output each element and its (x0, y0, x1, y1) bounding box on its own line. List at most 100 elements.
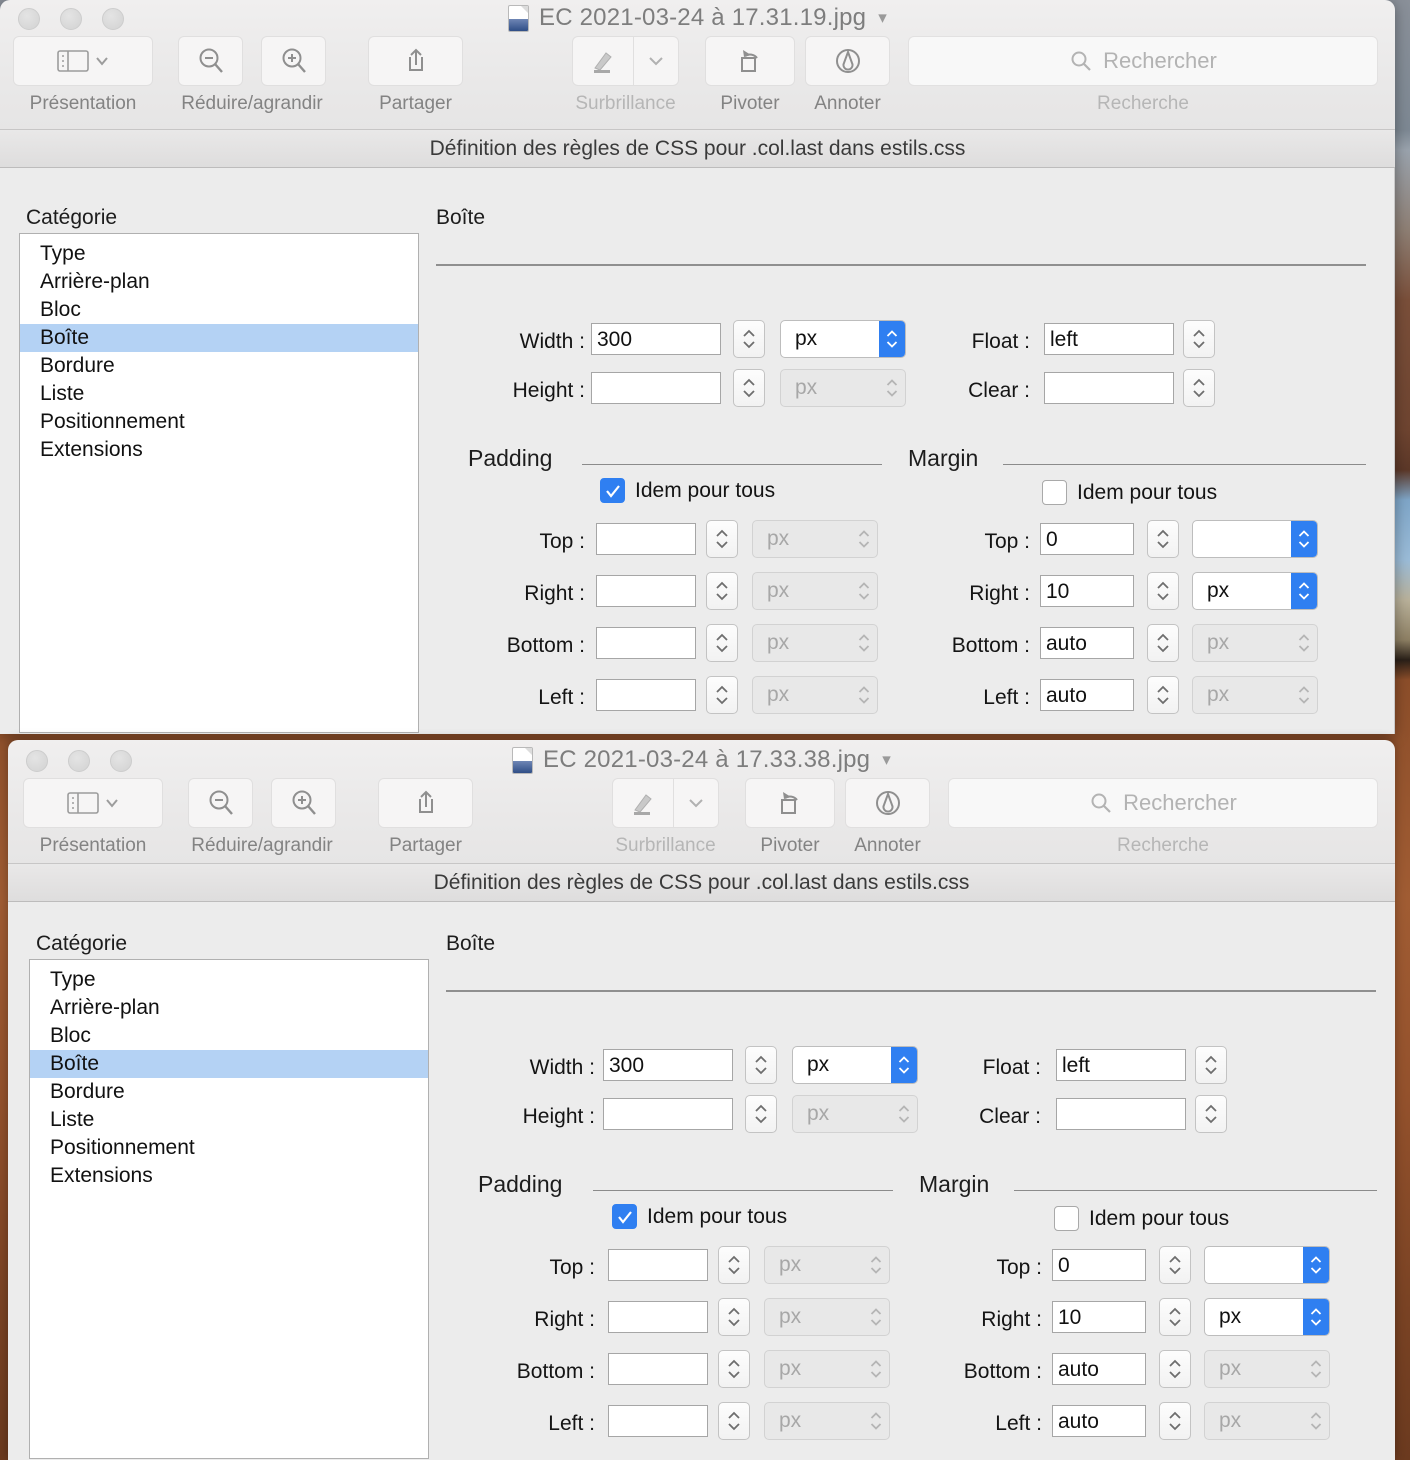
margin-right-unit-arrows[interactable] (1291, 573, 1317, 609)
margin-right-input[interactable]: 10 (1040, 575, 1134, 607)
annotate-button[interactable] (845, 778, 930, 828)
zoom-in-button[interactable] (261, 36, 326, 86)
zoom-control[interactable]: Réduire/agrandir (178, 36, 326, 115)
padding-bottom-unit-select[interactable]: px (752, 624, 878, 662)
padding-bottom-stepper[interactable] (706, 624, 738, 662)
preview-window-2[interactable]: EC 2021-03-24 à 17.33.38.jpg ▾ Présentat… (8, 740, 1395, 1460)
window-titlebar[interactable]: EC 2021-03-24 à 17.33.38.jpg ▾ Présentat… (8, 740, 1395, 864)
clear-input[interactable] (1044, 372, 1174, 404)
highlight-button[interactable] (613, 779, 673, 827)
chevron-down-icon[interactable]: ▾ (878, 8, 887, 28)
highlight-options-button[interactable] (634, 37, 678, 85)
annotate-control[interactable]: Annoter (845, 778, 930, 857)
category-item-type[interactable]: Type (30, 966, 428, 994)
presentation-control[interactable]: Présentation (13, 36, 153, 115)
padding-same-all-row[interactable]: Idem pour tous (612, 1204, 787, 1229)
padding-left-stepper[interactable] (706, 676, 738, 714)
category-list[interactable]: Type Arrière-plan Bloc Boîte Bordure Lis… (19, 233, 419, 733)
category-item-positionnement[interactable]: Positionnement (30, 1134, 428, 1162)
padding-top-input[interactable] (608, 1249, 708, 1281)
height-unit-select[interactable]: px (792, 1095, 918, 1133)
clear-stepper[interactable] (1195, 1095, 1227, 1133)
search-input[interactable]: Rechercher (908, 36, 1378, 86)
width-unit-arrows[interactable] (879, 321, 905, 357)
category-item-arriere-plan[interactable]: Arrière-plan (30, 994, 428, 1022)
category-item-arriere-plan[interactable]: Arrière-plan (20, 268, 418, 296)
window-titlebar[interactable]: EC 2021-03-24 à 17.31.19.jpg ▾ Présentat… (0, 0, 1395, 130)
margin-same-all-checkbox[interactable] (1042, 480, 1067, 505)
margin-top-unit-arrows[interactable] (1303, 1247, 1329, 1283)
width-unit-select[interactable]: px (792, 1046, 918, 1084)
margin-top-unit-arrows[interactable] (1291, 521, 1317, 557)
category-item-boite[interactable]: Boîte (20, 324, 418, 352)
clear-stepper[interactable] (1183, 369, 1215, 407)
width-unit-arrows[interactable] (891, 1047, 917, 1083)
margin-top-input[interactable]: 0 (1040, 523, 1134, 555)
category-item-positionnement[interactable]: Positionnement (20, 408, 418, 436)
height-stepper[interactable] (745, 1095, 777, 1133)
float-input[interactable]: left (1044, 323, 1174, 355)
padding-bottom-input[interactable] (608, 1353, 708, 1385)
category-item-boite[interactable]: Boîte (30, 1050, 428, 1078)
margin-left-stepper[interactable] (1159, 1402, 1191, 1440)
share-button[interactable] (368, 36, 463, 86)
float-stepper[interactable] (1195, 1046, 1227, 1084)
rotate-button[interactable] (705, 36, 795, 86)
category-item-liste[interactable]: Liste (30, 1106, 428, 1134)
preview-window-1[interactable]: EC 2021-03-24 à 17.31.19.jpg ▾ Présentat… (0, 0, 1395, 734)
padding-top-unit-select[interactable]: px (764, 1246, 890, 1284)
margin-top-unit-select[interactable] (1192, 520, 1318, 558)
toolbar[interactable]: Présentation Réduire/agrandir Partager S… (0, 36, 1395, 126)
annotate-button[interactable] (805, 36, 890, 86)
margin-top-stepper[interactable] (1159, 1246, 1191, 1284)
annotate-control[interactable]: Annoter (805, 36, 890, 115)
height-stepper[interactable] (733, 369, 765, 407)
category-item-type[interactable]: Type (20, 240, 418, 268)
category-item-bloc[interactable]: Bloc (20, 296, 418, 324)
rotate-control[interactable]: Pivoter (705, 36, 795, 115)
padding-right-input[interactable] (608, 1301, 708, 1333)
share-button[interactable] (378, 778, 473, 828)
padding-top-unit-select[interactable]: px (752, 520, 878, 558)
padding-bottom-stepper[interactable] (718, 1350, 750, 1388)
margin-same-all-checkbox[interactable] (1054, 1206, 1079, 1231)
highlight-segmented[interactable] (572, 36, 679, 86)
presentation-control[interactable]: Présentation (23, 778, 163, 857)
padding-top-stepper[interactable] (706, 520, 738, 558)
height-unit-select[interactable]: px (780, 369, 906, 407)
padding-bottom-unit-select[interactable]: px (764, 1350, 890, 1388)
padding-top-stepper[interactable] (718, 1246, 750, 1284)
margin-right-stepper[interactable] (1147, 572, 1179, 610)
padding-right-unit-select[interactable]: px (764, 1298, 890, 1336)
zoom-control[interactable]: Réduire/agrandir (188, 778, 336, 857)
margin-top-input[interactable]: 0 (1052, 1249, 1146, 1281)
width-stepper[interactable] (745, 1046, 777, 1084)
zoom-out-button[interactable] (188, 778, 253, 828)
search-input[interactable]: Rechercher (948, 778, 1378, 828)
padding-left-input[interactable] (608, 1405, 708, 1437)
clear-input[interactable] (1056, 1098, 1186, 1130)
category-item-bordure[interactable]: Bordure (20, 352, 418, 380)
padding-left-input[interactable] (596, 679, 696, 711)
padding-left-unit-select[interactable]: px (764, 1402, 890, 1440)
highlight-options-button[interactable] (674, 779, 718, 827)
margin-bottom-unit-select[interactable]: px (1204, 1350, 1330, 1388)
margin-same-all-row[interactable]: Idem pour tous (1042, 480, 1217, 505)
float-stepper[interactable] (1183, 320, 1215, 358)
highlight-control[interactable]: Surbrillance (612, 778, 719, 857)
margin-right-input[interactable]: 10 (1052, 1301, 1146, 1333)
rotate-control[interactable]: Pivoter (745, 778, 835, 857)
highlight-button[interactable] (573, 37, 633, 85)
margin-left-stepper[interactable] (1147, 676, 1179, 714)
padding-right-input[interactable] (596, 575, 696, 607)
padding-right-stepper[interactable] (718, 1298, 750, 1336)
margin-bottom-input[interactable]: auto (1052, 1353, 1146, 1385)
category-list[interactable]: Type Arrière-plan Bloc Boîte Bordure Lis… (29, 959, 429, 1459)
width-stepper[interactable] (733, 320, 765, 358)
margin-right-unit-arrows[interactable] (1303, 1299, 1329, 1335)
padding-top-input[interactable] (596, 523, 696, 555)
category-item-extensions[interactable]: Extensions (20, 436, 418, 464)
margin-left-input[interactable]: auto (1052, 1405, 1146, 1437)
width-input[interactable]: 300 (591, 323, 721, 355)
margin-bottom-stepper[interactable] (1147, 624, 1179, 662)
